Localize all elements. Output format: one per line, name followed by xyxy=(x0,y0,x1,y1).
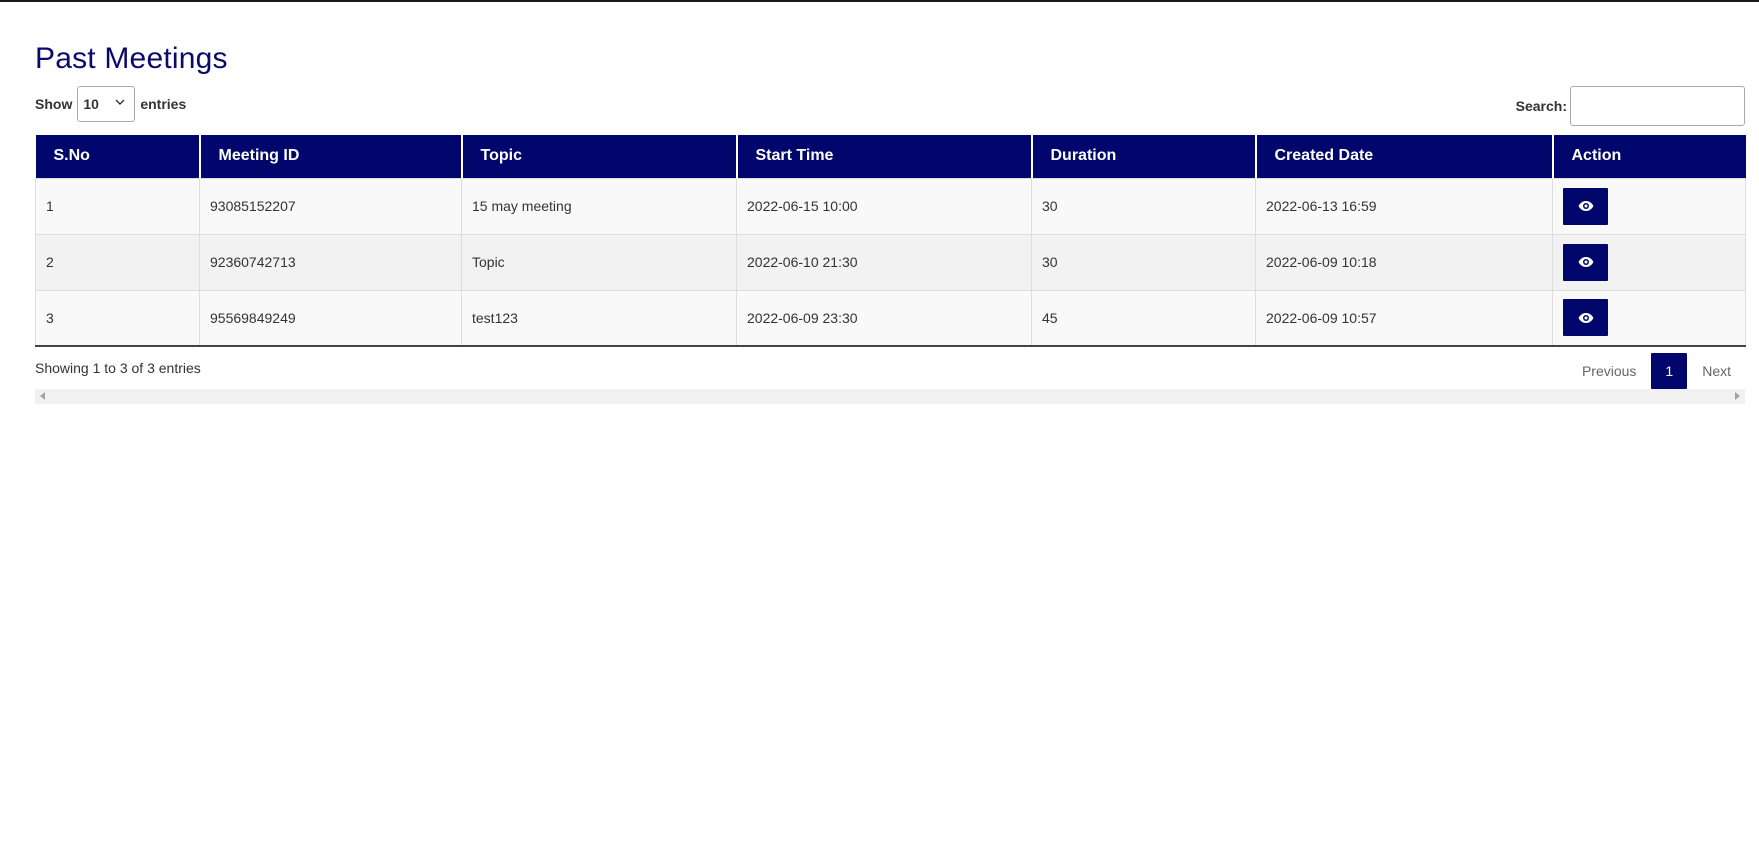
view-meeting-button[interactable] xyxy=(1563,187,1608,225)
cell-meeting-id: 92360742713 xyxy=(199,233,462,291)
show-label: Show xyxy=(35,96,73,112)
cell-start-time: 2022-06-15 10:00 xyxy=(736,177,1032,235)
search-input[interactable] xyxy=(1570,86,1745,126)
column-header-meeting-id[interactable]: Meeting ID xyxy=(198,135,462,178)
cell-sno: 3 xyxy=(35,289,200,347)
scroll-left-icon[interactable] xyxy=(40,392,45,400)
top-border xyxy=(0,0,1759,2)
cell-action xyxy=(1552,233,1746,291)
cell-duration: 30 xyxy=(1031,233,1256,291)
meetings-table: S.No Meeting ID Topic Start Time Duratio… xyxy=(35,135,1746,347)
cell-topic: 15 may meeting xyxy=(461,177,737,235)
entries-select[interactable]: 10 xyxy=(77,86,136,122)
cell-duration: 30 xyxy=(1031,177,1256,235)
table-header-row: S.No Meeting ID Topic Start Time Duratio… xyxy=(35,135,1746,178)
cell-duration: 45 xyxy=(1031,289,1256,347)
column-header-sno[interactable]: S.No xyxy=(35,135,200,178)
past-meetings-page: Past Meetings Show 10 entries Search: S.… xyxy=(35,40,1746,404)
cell-topic: Topic xyxy=(461,233,737,291)
column-header-topic[interactable]: Topic xyxy=(460,135,737,178)
cell-action xyxy=(1552,177,1746,235)
column-header-created-date[interactable]: Created Date xyxy=(1254,135,1553,178)
eye-icon xyxy=(1578,312,1593,323)
search-box: Search: xyxy=(1516,85,1745,127)
cell-sno: 2 xyxy=(35,233,200,291)
view-meeting-button[interactable] xyxy=(1563,243,1608,281)
cell-action xyxy=(1552,289,1746,347)
cell-created-date: 2022-06-09 10:57 xyxy=(1255,289,1553,347)
entries-select-value: 10 xyxy=(83,96,99,112)
column-header-start-time[interactable]: Start Time xyxy=(735,135,1032,178)
scroll-right-icon[interactable] xyxy=(1735,392,1740,400)
length-menu: Show 10 entries xyxy=(35,85,186,123)
pagination: Previous 1 Next xyxy=(1568,353,1745,389)
horizontal-scrollbar[interactable] xyxy=(35,389,1745,404)
cell-topic: test123 xyxy=(461,289,737,347)
cell-meeting-id: 95569849249 xyxy=(199,289,462,347)
previous-page-button[interactable]: Previous xyxy=(1568,353,1650,389)
eye-icon xyxy=(1578,257,1593,267)
table-footer: Showing 1 to 3 of 3 entries Previous 1 N… xyxy=(35,349,1745,389)
column-header-duration[interactable]: Duration xyxy=(1030,135,1256,178)
next-page-button[interactable]: Next xyxy=(1688,353,1745,389)
table-row: 2 92360742713 Topic 2022-06-10 21:30 30 … xyxy=(35,233,1746,291)
page-button-1[interactable]: 1 xyxy=(1651,353,1688,389)
cell-meeting-id: 93085152207 xyxy=(199,177,462,235)
page-title: Past Meetings xyxy=(35,42,228,75)
table-row: 1 93085152207 15 may meeting 2022-06-15 … xyxy=(35,177,1746,235)
table-row: 3 95569849249 test123 2022-06-09 23:30 4… xyxy=(35,289,1746,347)
cell-sno: 1 xyxy=(35,177,200,235)
cell-start-time: 2022-06-09 23:30 xyxy=(736,289,1032,347)
cell-start-time: 2022-06-10 21:30 xyxy=(736,233,1032,291)
chevron-down-icon xyxy=(115,99,125,105)
cell-created-date: 2022-06-13 16:59 xyxy=(1255,177,1553,235)
cell-created-date: 2022-06-09 10:18 xyxy=(1255,233,1553,291)
table-controls: Show 10 entries Search: xyxy=(35,85,1745,135)
view-meeting-button[interactable] xyxy=(1563,299,1608,337)
search-label: Search: xyxy=(1515,98,1567,114)
table-info: Showing 1 to 3 of 3 entries xyxy=(35,360,201,376)
column-header-action[interactable]: Action xyxy=(1551,135,1746,178)
eye-icon xyxy=(1578,201,1593,211)
entries-label: entries xyxy=(140,96,187,112)
